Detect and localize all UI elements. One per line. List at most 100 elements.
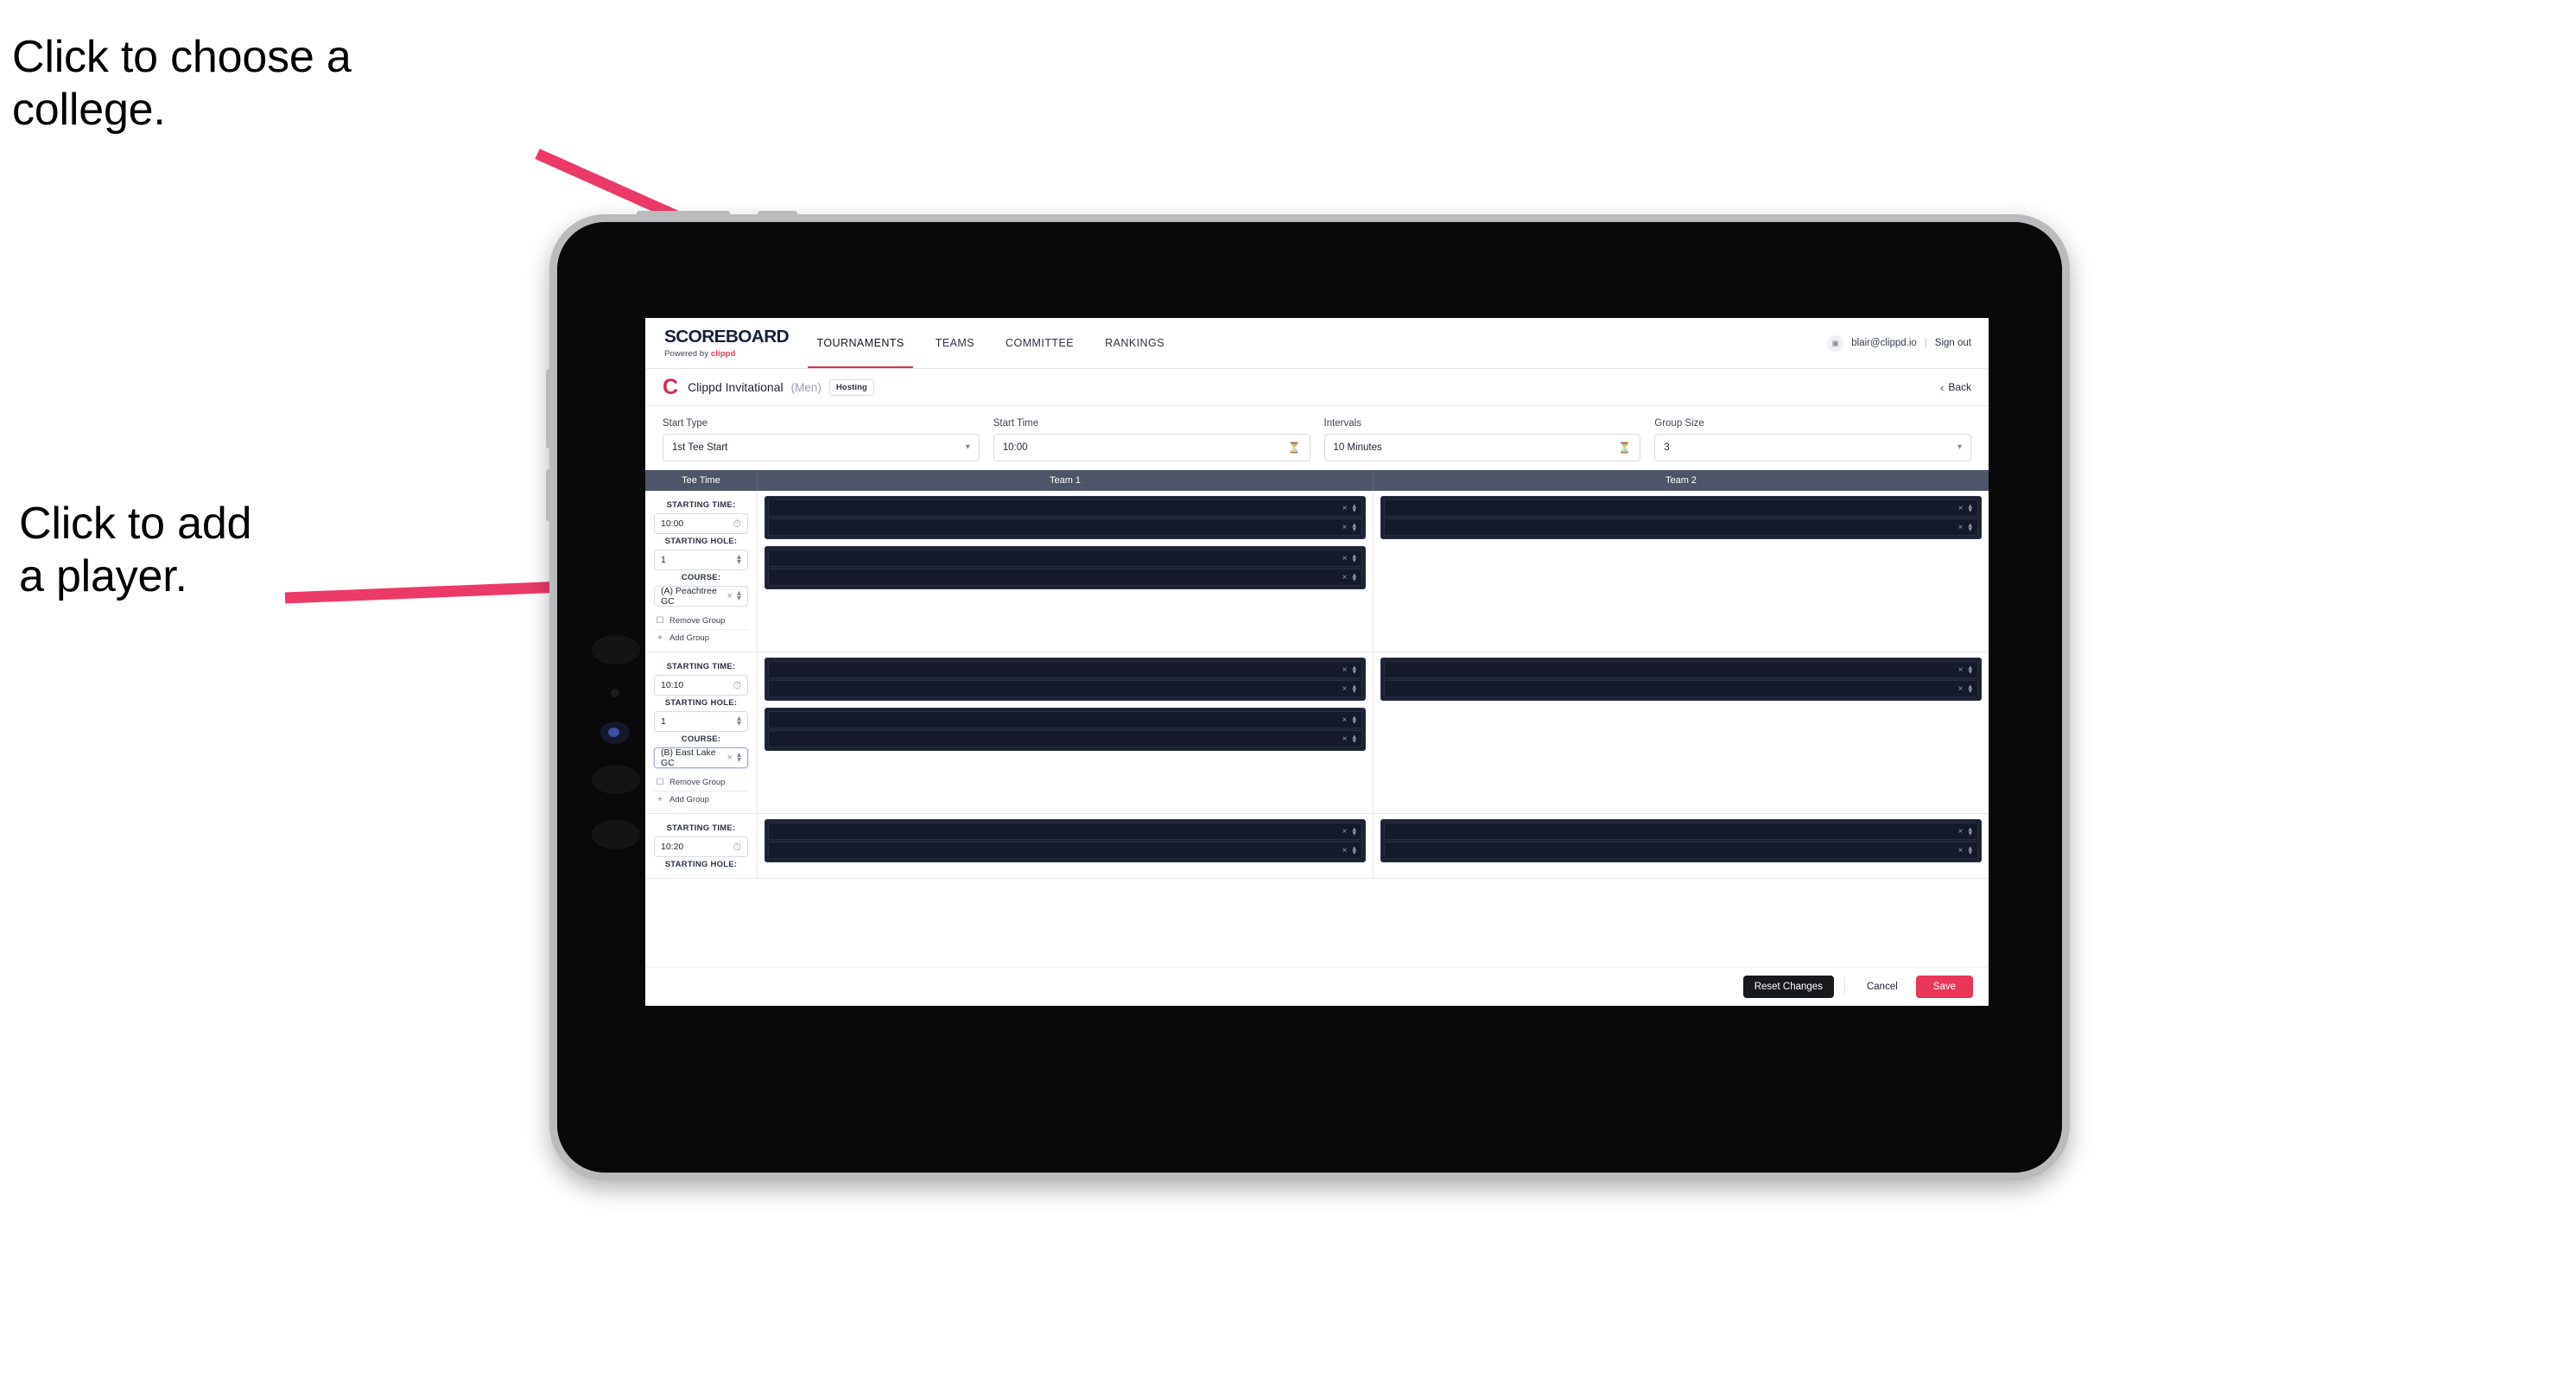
- stepper-icon[interactable]: ▴ ▾: [1968, 824, 1972, 837]
- clock-icon[interactable]: ⏱: [733, 679, 741, 692]
- stepper-icon[interactable]: ▴ ▾: [1352, 824, 1356, 837]
- starting-time-input[interactable]: 10:00 ⏱: [654, 513, 748, 534]
- stepper-icon[interactable]: ▴ ▾: [1352, 570, 1356, 583]
- stepper-icon[interactable]: ▴ ▾: [1352, 663, 1356, 676]
- sign-out-link[interactable]: Sign out: [1935, 338, 1971, 348]
- stepper-icon[interactable]: ▴ ▾: [1352, 732, 1356, 745]
- start-type-select[interactable]: 1st Tee Start ▾: [663, 434, 980, 461]
- stepper-icon[interactable]: ▴ ▾: [1968, 663, 1972, 676]
- start-time-input[interactable]: 10:00 ⏳: [993, 434, 1310, 461]
- stepper-icon[interactable]: ▴ ▾: [737, 750, 741, 765]
- group-size-value: 3: [1664, 442, 1670, 453]
- player-slot[interactable]: × ▴ ▾: [768, 730, 1362, 747]
- course-select[interactable]: (B) East Lake GC × ▴ ▾: [654, 747, 748, 768]
- stepper-icon[interactable]: ▴ ▾: [737, 588, 741, 603]
- remove-group-button[interactable]: ☐ Remove Group: [654, 613, 748, 630]
- stepper-icon[interactable]: ▴ ▾: [737, 552, 741, 567]
- player-slot[interactable]: × ▴ ▾: [1384, 823, 1978, 840]
- stepper-icon[interactable]: ▴ ▾: [1352, 843, 1356, 856]
- remove-group-button[interactable]: ☐ Remove Group: [654, 774, 748, 792]
- starting-time-input[interactable]: 10:10 ⏱: [654, 675, 748, 696]
- starting-hole-input[interactable]: 1 ▴ ▾: [654, 711, 748, 732]
- player-slot[interactable]: × ▴ ▾: [1384, 518, 1978, 536]
- clear-player-icon[interactable]: ×: [1958, 665, 1964, 675]
- column-header-team-1: Team 1: [758, 470, 1374, 491]
- volume-down-button[interactable]: [546, 469, 552, 521]
- clear-player-icon[interactable]: ×: [1958, 846, 1964, 855]
- clear-player-icon[interactable]: ×: [1342, 684, 1348, 694]
- event-name: Clippd Invitational: [688, 380, 784, 394]
- clear-player-icon[interactable]: ×: [1342, 734, 1348, 744]
- clock-icon[interactable]: ⏳: [1618, 442, 1631, 454]
- add-group-label: Add Group: [669, 633, 709, 643]
- clear-icon[interactable]: ×: [727, 753, 733, 763]
- course-select[interactable]: (A) Peachtree GC × ▴ ▾: [654, 586, 748, 607]
- starting-hole-input[interactable]: 1 ▴ ▾: [654, 550, 748, 570]
- stepper-icon[interactable]: ▴ ▾: [1352, 520, 1356, 533]
- clock-icon[interactable]: ⏱: [733, 518, 741, 531]
- clear-player-icon[interactable]: ×: [1342, 504, 1348, 513]
- player-slot[interactable]: × ▴ ▾: [1384, 680, 1978, 697]
- stepper-icon[interactable]: ▴ ▾: [1968, 501, 1972, 514]
- clear-player-icon[interactable]: ×: [1958, 523, 1964, 532]
- player-slot[interactable]: × ▴ ▾: [1384, 842, 1978, 859]
- player-slot[interactable]: × ▴ ▾: [768, 711, 1362, 728]
- clear-player-icon[interactable]: ×: [1342, 715, 1348, 725]
- stepper-icon[interactable]: ▴ ▾: [1968, 843, 1972, 856]
- player-group: × ▴ ▾ × ▴ ▾: [765, 708, 1366, 751]
- tab-teams[interactable]: TEAMS: [920, 318, 990, 368]
- stepper-icon[interactable]: ▴ ▾: [1352, 682, 1356, 695]
- brand-tagline: Powered by clippd: [664, 349, 784, 359]
- save-button[interactable]: Save: [1915, 976, 1973, 998]
- tab-committee[interactable]: COMMITTEE: [990, 318, 1089, 368]
- player-slot[interactable]: × ▴ ▾: [768, 842, 1362, 859]
- player-slot[interactable]: × ▴ ▾: [768, 823, 1362, 840]
- clear-player-icon[interactable]: ×: [1342, 554, 1348, 563]
- clear-player-icon[interactable]: ×: [1342, 827, 1348, 836]
- group-size-select[interactable]: 3 ▾: [1654, 434, 1971, 461]
- clear-player-icon[interactable]: ×: [1958, 827, 1964, 836]
- stepper-icon[interactable]: ▾: [966, 442, 970, 451]
- player-slot[interactable]: × ▴ ▾: [768, 680, 1362, 697]
- stepper-icon[interactable]: ▾: [1957, 442, 1962, 451]
- tab-rankings[interactable]: RANKINGS: [1089, 318, 1180, 368]
- player-slot[interactable]: × ▴ ▾: [768, 661, 1362, 678]
- player-group: × ▴ ▾ × ▴ ▾: [765, 546, 1366, 589]
- clear-player-icon[interactable]: ×: [1342, 665, 1348, 675]
- clear-player-icon[interactable]: ×: [1342, 573, 1348, 582]
- add-group-button[interactable]: + Add Group: [654, 630, 748, 646]
- tab-tournaments[interactable]: TOURNAMENTS: [801, 318, 919, 368]
- start-time-value: 10:00: [1002, 442, 1028, 453]
- player-slot[interactable]: × ▴ ▾: [1384, 661, 1978, 678]
- volume-up-button[interactable]: [546, 369, 552, 448]
- clear-icon[interactable]: ×: [727, 591, 733, 601]
- player-slot[interactable]: × ▴ ▾: [768, 569, 1362, 586]
- player-slot[interactable]: × ▴ ▾: [1384, 499, 1978, 517]
- stepper-icon[interactable]: ▴ ▾: [1352, 713, 1356, 726]
- stepper-icon[interactable]: ▴ ▾: [1352, 551, 1356, 564]
- annotation-choose-college: Click to choose a college.: [12, 32, 352, 136]
- scoreboard-logo[interactable]: SCOREBOARD Powered by clippd: [645, 318, 801, 368]
- stepper-icon[interactable]: ▴ ▾: [737, 714, 741, 728]
- clock-icon[interactable]: ⏱: [733, 841, 741, 854]
- player-slot[interactable]: × ▴ ▾: [768, 499, 1362, 517]
- user-badge-icon[interactable]: ▣: [1827, 334, 1844, 352]
- cancel-button[interactable]: Cancel: [1856, 976, 1909, 998]
- stepper-icon[interactable]: ▴ ▾: [1352, 501, 1356, 514]
- clear-player-icon[interactable]: ×: [1342, 523, 1348, 532]
- stepper-icon[interactable]: ▴ ▾: [1968, 682, 1972, 695]
- player-slot[interactable]: × ▴ ▾: [768, 550, 1362, 567]
- clear-player-icon[interactable]: ×: [1342, 846, 1348, 855]
- reset-changes-button[interactable]: Reset Changes: [1742, 976, 1834, 998]
- starting-time-input[interactable]: 10:20 ⏱: [654, 836, 748, 857]
- clock-icon[interactable]: ⏳: [1288, 442, 1301, 454]
- clear-player-icon[interactable]: ×: [1958, 504, 1964, 513]
- stepper-icon[interactable]: ▴ ▾: [1968, 520, 1972, 533]
- add-group-button[interactable]: + Add Group: [654, 792, 748, 808]
- trash-icon: ☐: [656, 616, 664, 626]
- intervals-input[interactable]: 10 Minutes ⏳: [1323, 434, 1641, 461]
- clear-player-icon[interactable]: ×: [1958, 684, 1964, 694]
- back-button[interactable]: ‹ Back: [1940, 381, 1971, 394]
- player-slot[interactable]: × ▴ ▾: [768, 518, 1362, 536]
- power-button[interactable]: [637, 211, 730, 217]
